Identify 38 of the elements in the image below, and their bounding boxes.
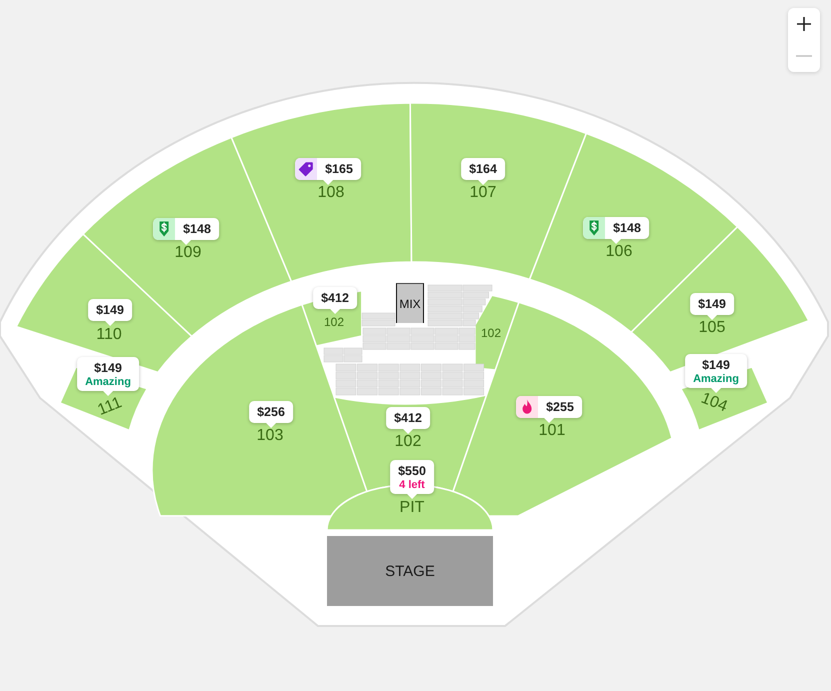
section-label: 102 [394, 434, 422, 450]
flame-icon [516, 396, 538, 418]
tag-icon [295, 158, 318, 180]
section-label: 102 [480, 327, 502, 339]
availability-note: Amazing [85, 376, 131, 388]
section-label: 105 [698, 320, 726, 336]
price-text: $149 [96, 302, 124, 318]
minus-icon [796, 55, 812, 57]
section-label: 104 [698, 390, 730, 416]
section-label: 107 [470, 185, 496, 201]
price-text: $149 [698, 296, 726, 312]
section-label: 109 [174, 245, 202, 261]
price-text: $149 [94, 360, 122, 376]
price-text: $149 [702, 357, 730, 373]
section-label: 102 [324, 316, 344, 328]
section-label: 110 [96, 327, 122, 343]
price-text: $255 [546, 399, 574, 415]
section-label: 101 [538, 423, 566, 439]
price-text: $164 [469, 161, 497, 177]
section-label: 103 [256, 428, 284, 444]
section-label: 106 [606, 244, 632, 260]
price-text: $165 [325, 161, 353, 177]
section-label: 111 [96, 395, 124, 419]
section-label: 108 [318, 185, 344, 201]
price-text: $550 [398, 463, 426, 479]
price-text: $412 [394, 410, 422, 426]
price-text: $148 [613, 220, 641, 236]
section-label: PIT [400, 500, 424, 516]
dollar-down-icon [153, 218, 176, 240]
availability-note: Amazing [693, 373, 739, 385]
mix-booth: MIX [396, 283, 424, 323]
availability-note: 4 left [399, 479, 425, 491]
price-text: $412 [321, 290, 349, 306]
plus-icon [796, 16, 812, 32]
dollar-down-icon [583, 217, 606, 239]
price-text: $256 [257, 404, 285, 420]
price-text: $148 [183, 221, 211, 237]
stage-block: STAGE [327, 536, 493, 606]
